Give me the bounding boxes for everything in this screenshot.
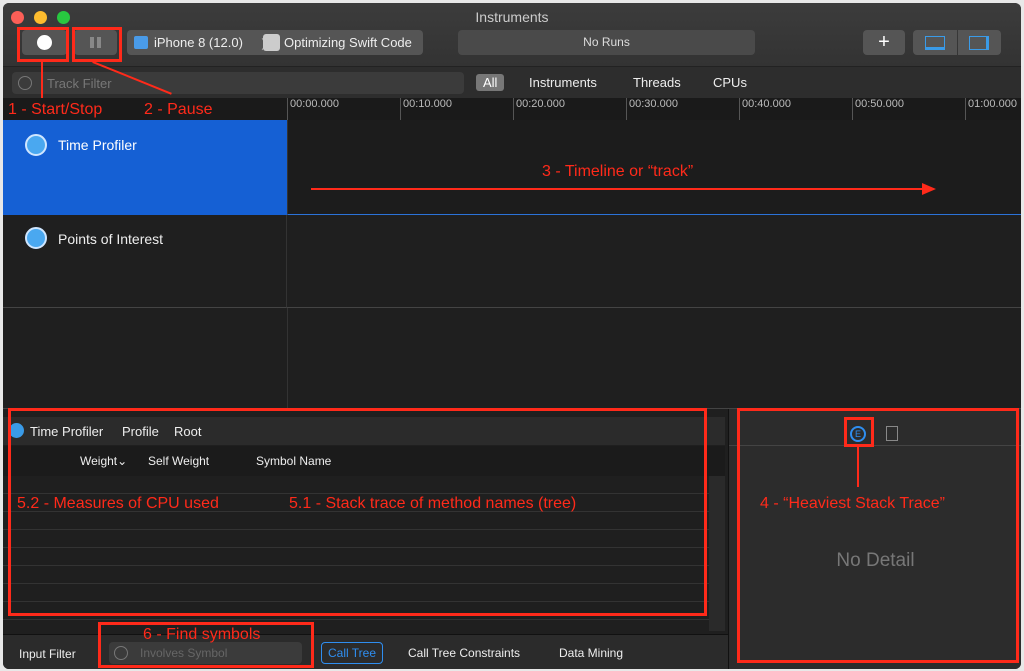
time-profiler-icon [25,134,47,156]
ruler-label: 00:50.000 [852,98,904,120]
tab-call-tree[interactable]: Call Tree [321,642,384,664]
annotation-line [41,62,43,98]
runs-selector[interactable]: No Runs [458,30,755,55]
title-bar: Instruments iPhone 8 (12.0) 〉 Optimizing… [3,3,1021,66]
runs-label: No Runs [583,35,630,49]
input-filter-label: Input Filter [19,647,76,661]
scrollbar[interactable] [709,476,725,631]
track-points-of-interest[interactable]: Points of Interest [3,215,287,308]
filter-tab-cpus[interactable]: CPUs [713,75,747,90]
annotation-pause: 2 - Pause [144,101,213,118]
filter-tab-all[interactable]: All [476,74,505,91]
filter-tab-threads[interactable]: Threads [633,75,681,90]
annotation-arrow [311,188,925,190]
annotation-find-symbols: 6 - Find symbols [143,626,261,643]
points-of-interest-icon [25,227,47,249]
ruler-label: 00:40.000 [739,98,791,120]
right-panel-icon [969,36,989,50]
arrowhead-icon [922,183,936,195]
ruler-label: 00:00.000 [287,98,339,120]
annotation-start-stop: 1 - Start/Stop [8,101,103,118]
annotation-box [844,417,874,447]
annotation-box [72,27,122,62]
add-instrument-button[interactable]: + [863,30,905,55]
filter-icon [18,76,32,90]
ruler-label: 00:30.000 [626,98,678,120]
plus-icon: + [878,31,890,53]
tab-call-tree-constraints[interactable]: Call Tree Constraints [408,646,520,660]
bottom-panel-icon [925,36,945,50]
window-title: Instruments [475,9,549,25]
filter-tab-instruments[interactable]: Instruments [529,75,597,90]
annotation-timeline: 3 - Timeline or “track” [542,163,694,180]
track-filter-input[interactable]: Track Filter [12,72,464,94]
toggle-right-panel[interactable] [958,30,1001,55]
device-label: iPhone 8 (12.0) [154,35,243,50]
device-icon [134,36,148,49]
annotation-stack-trace: 5.1 - Stack trace of method names (tree) [289,495,577,512]
tab-data-mining[interactable]: Data Mining [559,646,623,660]
track-name: Time Profiler [58,137,137,153]
ruler-label: 00:20.000 [513,98,565,120]
target-label: Optimizing Swift Code [284,35,412,50]
annotation-box [17,27,69,62]
scheme-selector[interactable]: iPhone 8 (12.0) 〉 Optimizing Swift Code [127,30,423,55]
filter-bar: Track Filter All Instruments Threads CPU… [3,66,1021,98]
app-icon [263,34,280,51]
track-name: Points of Interest [58,231,164,247]
toggle-bottom-panel[interactable] [913,30,957,55]
annotation-cpu-measures: 5.2 - Measures of CPU used [17,495,219,512]
divider [287,308,288,408]
track-time-profiler[interactable]: Time Profiler [3,120,287,215]
ruler-label: 01:00.000 [965,98,1017,120]
track-filter-placeholder: Track Filter [47,76,112,91]
track-graph[interactable] [287,215,1021,308]
ruler-label: 00:10.000 [400,98,452,120]
annotation-box [737,408,1019,663]
annotation-heaviest-stack: 4 - “Heaviest Stack Trace” [760,495,945,512]
annotation-line [857,447,859,487]
